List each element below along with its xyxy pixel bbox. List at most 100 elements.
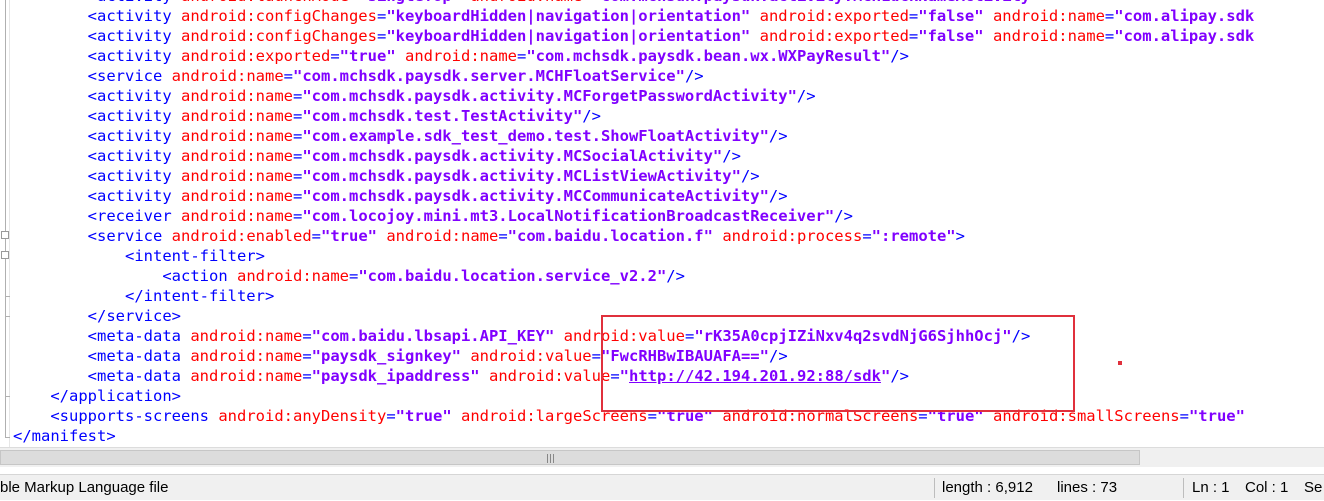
code-token: /> <box>666 267 685 285</box>
fold-margin[interactable] <box>0 0 10 447</box>
code-text[interactable]: <activity android:launchMode="singleTop"… <box>13 0 1254 446</box>
code-token: android:name <box>181 127 293 145</box>
code-line[interactable]: <meta-data android:name="paysdk_ipaddres… <box>13 366 1254 386</box>
code-token: = <box>292 207 303 225</box>
code-line[interactable]: <activity android:name="com.example.sdk_… <box>13 126 1254 146</box>
scrollbar-thumb[interactable]: ||| <box>0 450 1140 465</box>
fold-guide-line <box>5 0 6 438</box>
code-token: "com.alipay.sdk <box>1114 7 1255 25</box>
code-token: > <box>955 227 965 245</box>
code-token: service <box>106 307 172 325</box>
code-line[interactable]: <meta-data android:name="paysdk_signkey"… <box>13 346 1254 366</box>
code-token: "com.alipay.sdk <box>1114 27 1255 45</box>
code-token: "true" <box>321 227 377 245</box>
code-line[interactable]: <intent-filter> <box>13 246 1254 266</box>
code-token: = <box>376 27 387 45</box>
code-token: < <box>87 87 97 105</box>
code-token: = <box>302 327 312 345</box>
code-line[interactable]: <activity android:exported="true" androi… <box>13 46 1254 66</box>
fold-collapse-icon[interactable] <box>1 251 9 259</box>
code-token: < <box>87 67 97 85</box>
code-token: android:value <box>563 327 685 345</box>
code-token: /> <box>582 107 601 125</box>
code-token: android:name <box>181 167 293 185</box>
code-token: android:value <box>489 367 611 385</box>
code-token: = <box>1104 7 1115 25</box>
fold-end-marker <box>5 437 10 438</box>
code-line[interactable]: <activity android:configChanges="keyboar… <box>13 26 1255 46</box>
code-token: "com.example.sdk_test_demo.test.ShowFloa… <box>302 127 769 145</box>
code-line[interactable]: <receiver android:name="com.locojoy.mini… <box>13 206 1254 226</box>
code-token: < <box>124 247 135 265</box>
code-token: = <box>292 127 303 145</box>
code-token: android:process <box>722 227 863 245</box>
code-token: activity <box>97 27 172 45</box>
code-token: "com.mchsdk.paysdk.activity.MCForgetPass… <box>302 87 797 105</box>
code-token: /> <box>1011 327 1031 345</box>
code-line[interactable]: </manifest> <box>13 426 1254 446</box>
code-token: android:exported <box>759 7 909 25</box>
code-token: "paysdk_signkey" <box>311 347 461 365</box>
code-line[interactable]: </intent-filter> <box>13 286 1254 306</box>
status-file-type: ble Markup Language file <box>0 479 169 496</box>
code-editor[interactable]: <activity android:launchMode="singleTop"… <box>0 0 1324 447</box>
code-token: "com.mchsdk.paysdk.server.MCHFloatServic… <box>293 67 685 85</box>
code-line[interactable]: <activity android:name="com.mchsdk.paysd… <box>13 86 1254 106</box>
horizontal-scrollbar[interactable]: ||| <box>0 447 1324 467</box>
code-line[interactable]: <service android:enabled="true" android:… <box>13 226 1254 246</box>
code-token: = <box>311 227 321 245</box>
code-token: android:name <box>181 187 293 205</box>
code-line[interactable]: <service android:name="com.mchsdk.paysdk… <box>13 66 1254 86</box>
code-token: < <box>87 347 97 365</box>
code-token: android:name <box>386 227 499 245</box>
code-token: = <box>918 407 928 425</box>
code-line[interactable]: </application> <box>13 386 1254 406</box>
code-token: "true" <box>656 407 713 425</box>
code-line[interactable]: <activity android:name="com.mchsdk.paysd… <box>13 146 1254 166</box>
fold-collapse-icon[interactable] <box>1 231 9 239</box>
code-line[interactable]: <action android:name="com.baidu.location… <box>13 266 1254 286</box>
code-token: android:name <box>992 7 1105 25</box>
code-line[interactable]: </service> <box>13 306 1254 326</box>
code-token: /> <box>684 67 704 85</box>
scrollbar-grip-icon: ||| <box>546 454 556 464</box>
code-line[interactable]: <activity android:name="com.mchsdk.paysd… <box>13 166 1254 186</box>
status-selection: Se <box>1304 479 1323 496</box>
code-token: = <box>376 7 387 25</box>
code-token: activity <box>97 87 172 105</box>
code-token: = <box>1104 27 1115 45</box>
code-token: = <box>862 227 872 245</box>
code-token: = <box>610 367 620 385</box>
code-token: < <box>87 327 97 345</box>
code-token: "com.mchsdk.paysdk.bean.wx.WXPayResult" <box>526 47 891 65</box>
code-line[interactable]: <activity android:name="com.mchsdk.test.… <box>13 106 1254 126</box>
code-token: meta-data <box>97 347 181 365</box>
code-token: " <box>619 367 630 385</box>
code-line[interactable]: <supports-screens android:anyDensity="tr… <box>13 406 1254 426</box>
code-token: = <box>292 87 303 105</box>
status-length: length : 6,912 <box>942 479 1033 496</box>
code-token: meta-data <box>97 327 181 345</box>
code-token: = <box>348 267 359 285</box>
code-line[interactable]: <activity android:configChanges="keyboar… <box>13 6 1255 26</box>
code-line[interactable]: <meta-data android:name="com.baidu.lbsap… <box>13 326 1254 346</box>
code-token: </ <box>50 387 69 405</box>
code-line[interactable]: <activity android:name="com.mchsdk.paysd… <box>13 186 1254 206</box>
status-lines: lines : 73 <box>1057 479 1118 496</box>
code-token: service <box>97 67 163 85</box>
code-token: < <box>87 147 97 165</box>
code-token: = <box>292 107 303 125</box>
